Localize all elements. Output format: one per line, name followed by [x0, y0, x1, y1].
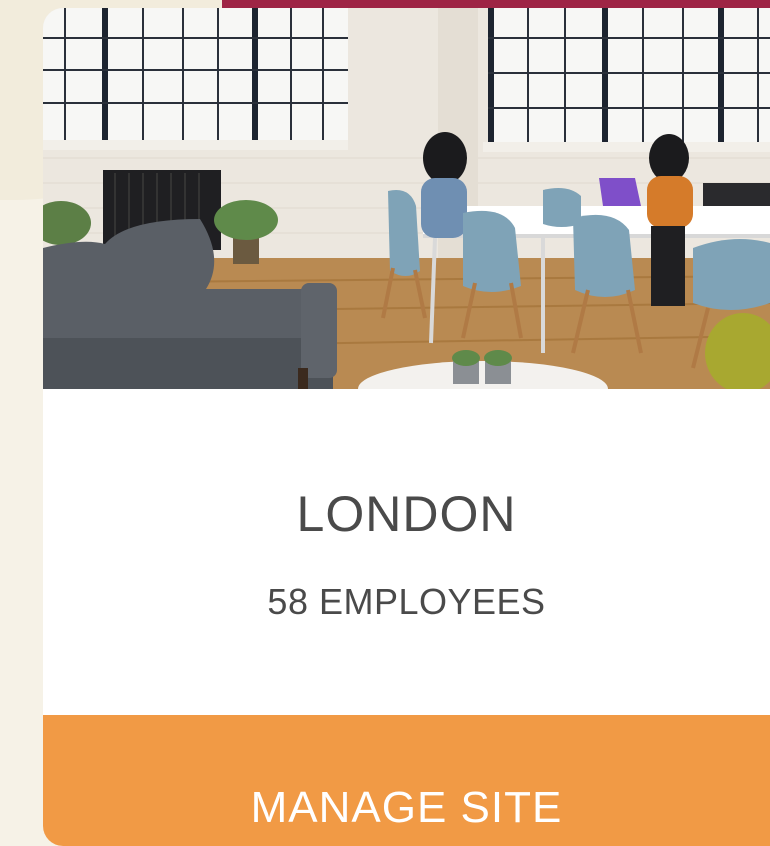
manage-site-label: MANAGE SITE: [250, 782, 563, 832]
manage-site-button[interactable]: MANAGE SITE: [43, 715, 770, 846]
site-info: LONDON 58 EMPLOYEES: [43, 389, 770, 715]
page: LONDON 58 EMPLOYEES MANAGE SITE: [0, 0, 770, 846]
office-photo-illustration: [43, 8, 770, 389]
site-card: LONDON 58 EMPLOYEES MANAGE SITE: [43, 8, 770, 846]
employee-count: 58 EMPLOYEES: [267, 581, 546, 622]
site-name: LONDON: [296, 486, 517, 542]
site-photo: [43, 8, 770, 389]
